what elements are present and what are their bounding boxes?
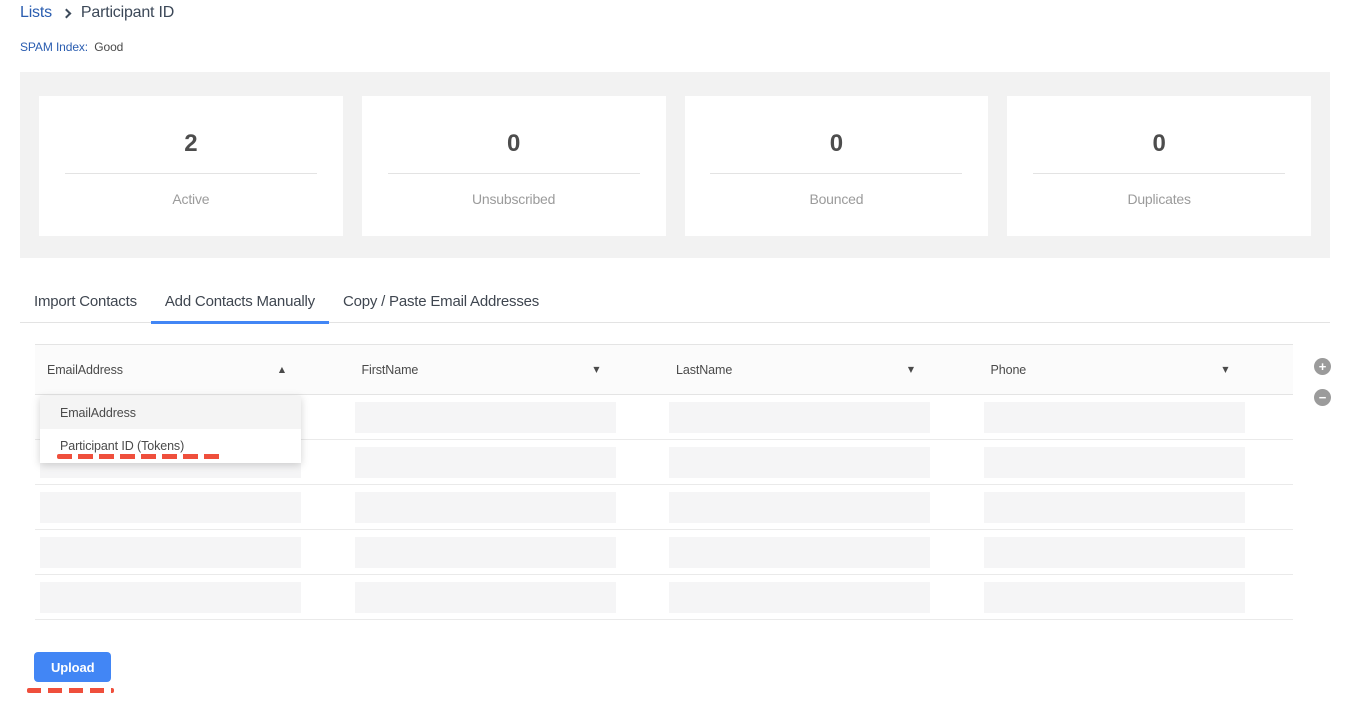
stat-value: 2 [184,132,197,156]
table-cell [350,575,665,619]
annotation-dashed-underline [27,688,114,693]
lastname-input[interactable] [669,537,930,568]
stat-card-bounced: 0 Bounced [685,96,989,236]
table-cell [664,440,979,484]
table-cell [35,575,350,619]
lastname-input[interactable] [669,582,930,613]
email-input[interactable] [40,582,301,613]
table-cell [350,530,665,574]
stat-card-unsubscribed: 0 Unsubscribed [362,96,666,236]
table-header-row: EmailAddress ▲ FirstName ▼ LastName ▼ Ph… [35,344,1293,395]
caret-down-icon: ▼ [1222,365,1228,374]
spam-index-label: SPAM Index: [20,40,88,54]
minus-icon: − [1319,391,1327,404]
breadcrumb-current-page: Participant ID [81,4,174,22]
stat-card-duplicates: 0 Duplicates [1007,96,1311,236]
stat-label: Duplicates [1127,191,1190,207]
column-select-firstname[interactable]: FirstName ▼ [355,345,616,394]
column-select-label: EmailAddress [47,363,123,377]
table-cell [664,485,979,529]
dropdown-option-emailaddress[interactable]: EmailAddress [40,396,301,429]
spam-index-value: Good [94,40,123,54]
tab-bar: Import Contacts Add Contacts Manually Co… [20,290,1330,323]
caret-up-icon: ▲ [279,365,285,374]
plus-icon: + [1319,360,1327,373]
divider [1033,173,1285,174]
column-select-emailaddress[interactable]: EmailAddress ▲ [40,345,301,394]
chevron-right-icon [61,8,71,18]
email-input[interactable] [40,537,301,568]
column-select-phone[interactable]: Phone ▼ [984,345,1245,394]
column-header: EmailAddress ▲ [35,345,350,394]
stat-label: Active [172,191,209,207]
dropdown-option-label: Participant ID (Tokens) [60,439,184,453]
divider [65,173,317,174]
firstname-input[interactable] [355,447,616,478]
column-select-label: LastName [676,363,732,377]
breadcrumb: Lists Participant ID [20,4,174,22]
phone-input[interactable] [984,492,1245,523]
table-cell [979,485,1294,529]
phone-input[interactable] [984,447,1245,478]
caret-down-icon: ▼ [908,365,914,374]
stat-label: Bounced [809,191,863,207]
upload-button[interactable]: Upload [34,652,111,682]
table-cell [350,440,665,484]
phone-input[interactable] [984,402,1245,433]
table-row [35,485,1293,530]
stats-panel: 2 Active 0 Unsubscribed 0 Bounced 0 Dupl… [20,72,1330,258]
row-controls: + − [1314,358,1331,406]
divider [710,173,962,174]
column-dropdown-menu: EmailAddress Participant ID (Tokens) [40,396,301,463]
firstname-input[interactable] [355,582,616,613]
firstname-input[interactable] [355,537,616,568]
spam-index: SPAM Index: Good [20,40,123,54]
tab-import-contacts[interactable]: Import Contacts [20,290,151,324]
tab-copy-paste-email-addresses[interactable]: Copy / Paste Email Addresses [329,290,553,324]
table-row [35,530,1293,575]
breadcrumb-lists-link[interactable]: Lists [20,4,52,22]
table-row [35,575,1293,620]
remove-row-button[interactable]: − [1314,389,1331,406]
caret-down-icon: ▼ [593,365,599,374]
phone-input[interactable] [984,582,1245,613]
lastname-input[interactable] [669,492,930,523]
table-cell [35,485,350,529]
column-select-label: FirstName [362,363,419,377]
divider [388,173,640,174]
annotation-dashed-underline [57,454,223,459]
table-cell [350,395,665,439]
add-row-button[interactable]: + [1314,358,1331,375]
table-cell [979,530,1294,574]
stat-card-active: 2 Active [39,96,343,236]
column-header: FirstName ▼ [350,345,665,394]
stat-value: 0 [1152,132,1165,156]
column-select-label: Phone [991,363,1027,377]
table-cell [979,440,1294,484]
table-cell [35,530,350,574]
table-cell [979,395,1294,439]
dropdown-option-participant-id-tokens[interactable]: Participant ID (Tokens) [40,429,301,463]
email-input[interactable] [40,492,301,523]
column-select-lastname[interactable]: LastName ▼ [669,345,930,394]
table-cell [350,485,665,529]
tab-add-contacts-manually[interactable]: Add Contacts Manually [151,290,329,324]
table-cell [664,530,979,574]
stat-value: 0 [507,132,520,156]
participant-list-page: Lists Participant ID SPAM Index: Good 2 … [0,0,1360,707]
contacts-table: EmailAddress ▲ FirstName ▼ LastName ▼ Ph… [35,344,1293,620]
column-header: Phone ▼ [979,345,1294,394]
lastname-input[interactable] [669,402,930,433]
table-cell [979,575,1294,619]
table-cell [664,395,979,439]
table-cell [664,575,979,619]
firstname-input[interactable] [355,402,616,433]
column-header: LastName ▼ [664,345,979,394]
stat-label: Unsubscribed [472,191,555,207]
stat-value: 0 [830,132,843,156]
lastname-input[interactable] [669,447,930,478]
firstname-input[interactable] [355,492,616,523]
phone-input[interactable] [984,537,1245,568]
